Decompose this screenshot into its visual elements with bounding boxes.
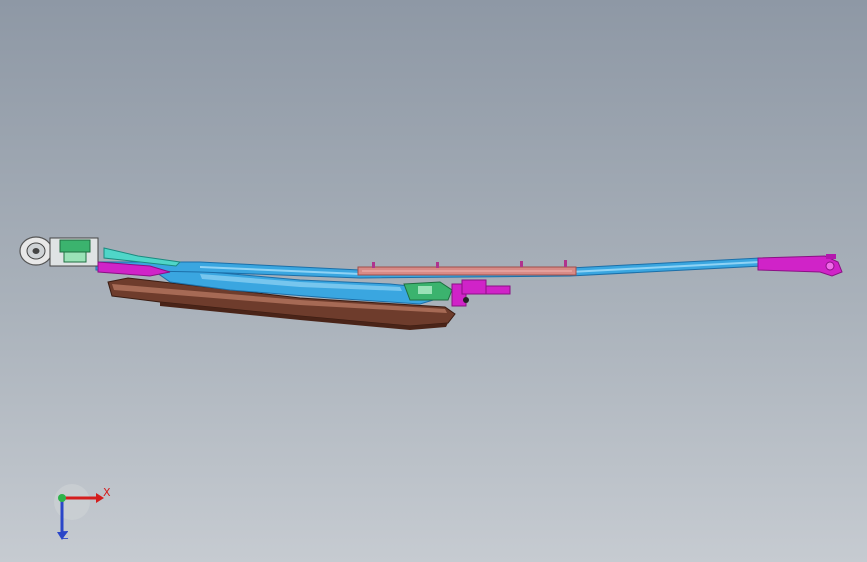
orientation-triad: X Z (44, 480, 124, 550)
triad-axes (54, 484, 104, 540)
x-axis-label: X (103, 486, 111, 499)
pivot-hub[interactable] (19, 236, 99, 267)
wiper-arm-model[interactable] (0, 0, 867, 562)
z-axis-label: Z (61, 529, 69, 542)
arm-rod (357, 260, 577, 276)
cad-viewport[interactable]: X Z (0, 0, 867, 562)
arm-tip-bracket[interactable] (757, 254, 843, 277)
